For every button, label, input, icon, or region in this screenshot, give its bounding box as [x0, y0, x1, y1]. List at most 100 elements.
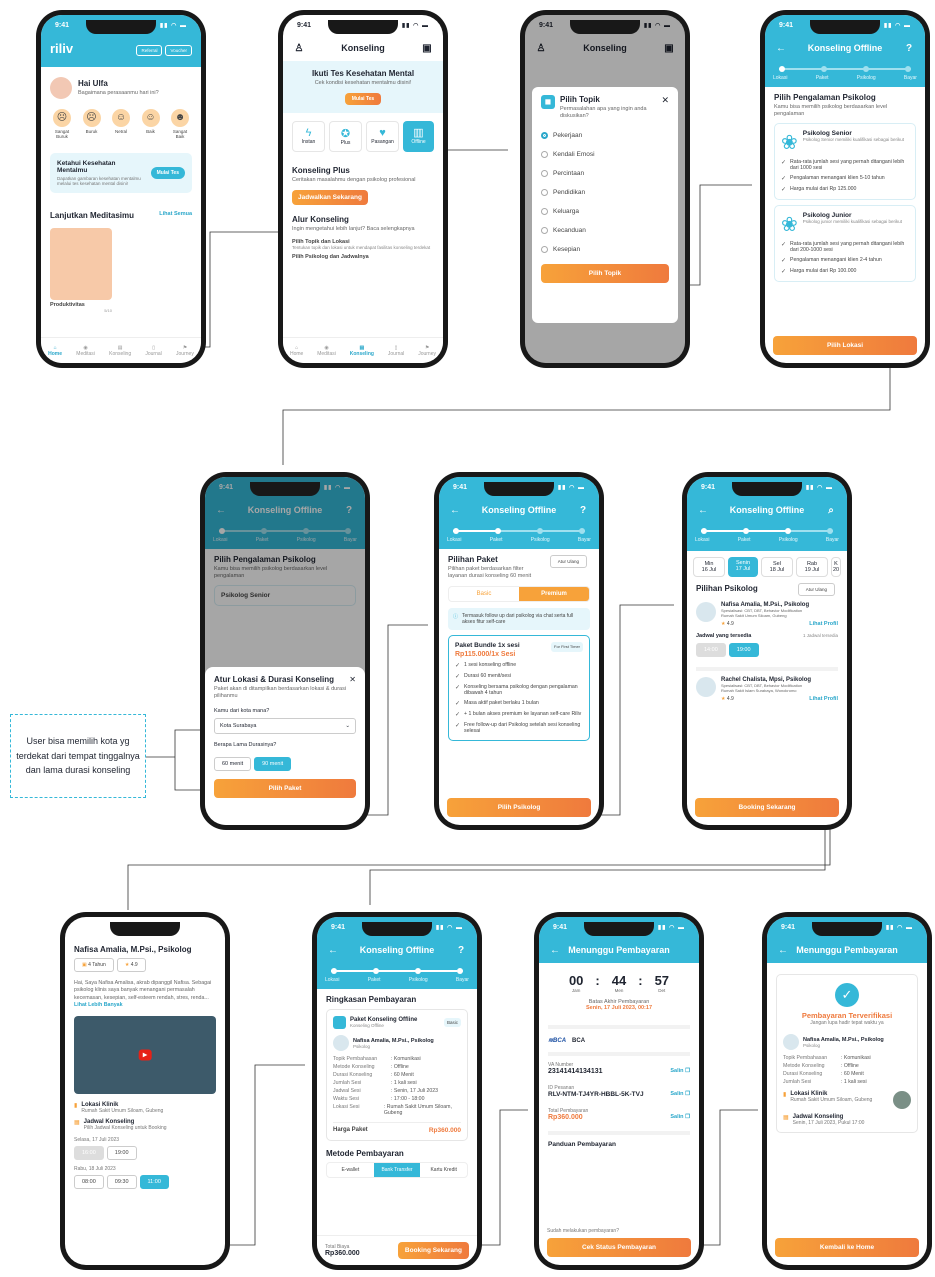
back-home-button[interactable]: Kembali ke Home: [775, 1238, 919, 1257]
start-test-button[interactable]: Mulai Tes: [150, 167, 185, 179]
mood-baik[interactable]: ☺ Baik: [139, 109, 163, 139]
voucher-button[interactable]: Voucher: [165, 45, 192, 56]
mood-netral[interactable]: ☺ Netral: [109, 109, 133, 139]
start-test-button[interactable]: Mulai Tes: [344, 93, 382, 106]
topic-option[interactable]: Kesepian: [541, 240, 669, 259]
back-arrow-icon[interactable]: ←: [777, 945, 789, 956]
tab-basic[interactable]: Basic: [449, 587, 519, 601]
see-all-link[interactable]: Lihat Semua: [159, 211, 192, 222]
tab-journey[interactable]: ⚑ Journey: [418, 345, 436, 357]
referral-button[interactable]: Referral: [136, 45, 163, 56]
view-profile-link[interactable]: Lihat Profil: [809, 696, 838, 702]
date-item[interactable]: K 20: [831, 557, 841, 577]
bundle-card[interactable]: Paket Bundle 1x sesi Rp115.000/1x Sesi For…: [448, 635, 590, 742]
avatar[interactable]: [50, 77, 72, 99]
slot-available[interactable]: 09:30: [106, 1174, 137, 1189]
topic-option[interactable]: Pekerjaan: [541, 126, 669, 145]
help-icon[interactable]: ?: [903, 43, 915, 54]
junior-card[interactable]: ❀ Psikolog Junior Psikolog junior memiliki…: [774, 205, 916, 283]
copy-id-button[interactable]: Salin ❐: [670, 1091, 690, 1098]
slot-available[interactable]: 19:00: [728, 643, 759, 657]
choose-location-button[interactable]: Pilih Lokasi: [773, 336, 917, 355]
star-icon: ★: [124, 962, 130, 968]
help-icon[interactable]: ?: [577, 505, 589, 516]
back-arrow-icon[interactable]: ←: [549, 945, 561, 956]
slot-selected[interactable]: 11:00: [139, 1174, 169, 1189]
schedule-now-button[interactable]: Jadwalkan Sekarang: [292, 190, 368, 206]
mood-sangat-buruk[interactable]: ☹ Sangat Buruk: [50, 109, 74, 139]
mood-sangat-baik[interactable]: ☻ Sangat Baik: [168, 109, 192, 139]
meditation-card-image[interactable]: [50, 228, 112, 300]
tab-ewallet[interactable]: E-wallet: [327, 1163, 374, 1177]
reset-filter-button[interactable]: Atur Ulang: [549, 555, 587, 568]
tab-home[interactable]: ⌂ Home: [48, 345, 62, 357]
senior-card[interactable]: ❀ Psikolog Senior Psikolog Senior memiliki…: [774, 123, 916, 201]
duration-60[interactable]: 60 menit: [214, 757, 252, 772]
choose-topic-button[interactable]: Pilih Topik: [541, 264, 669, 284]
date-item[interactable]: Rab 19 Jul: [796, 557, 828, 577]
type-pasangan[interactable]: ♥ Pasangan: [366, 121, 399, 153]
phone-terverifikasi: 9:41 ▮▮ ◠ ▬ ← Menunggu Pembayaran ✓ Pembay…: [762, 912, 932, 1270]
read-more-link[interactable]: Lihat Lebih Banyak: [74, 1002, 123, 1008]
profile-icon[interactable]: ♙: [293, 43, 305, 54]
payment-guide[interactable]: Panduan Pembayaran: [548, 1131, 690, 1148]
tab-credit-card[interactable]: Kartu Kredit: [420, 1163, 467, 1177]
date-item[interactable]: Sel 18 Jul: [761, 557, 793, 577]
tab-meditasi[interactable]: ◉ Meditasi: [317, 345, 336, 357]
type-plus[interactable]: ✪ Plus: [329, 121, 362, 153]
tab-konseling[interactable]: ▤ Konseling: [109, 345, 131, 357]
city-select[interactable]: Kota Surabaya ⌄: [214, 718, 356, 735]
back-arrow-icon[interactable]: ←: [775, 43, 787, 54]
topic-option[interactable]: Pendidikan: [541, 183, 669, 202]
tab-premium[interactable]: Premium: [519, 587, 589, 602]
duration-90[interactable]: 90 menit: [254, 757, 292, 772]
booking-now-button[interactable]: Booking Sekarang: [695, 798, 839, 817]
play-icon[interactable]: ▶: [138, 1049, 152, 1061]
back-arrow-icon[interactable]: ←: [327, 945, 339, 956]
topic-option[interactable]: Kendali Emosi: [541, 145, 669, 164]
psychologist-card[interactable]: Rachel Chalista, Mpsi, Psikolog Spesialis…: [696, 667, 838, 702]
reset-filter-button[interactable]: Atur Ulang: [797, 583, 835, 596]
help-icon[interactable]: ?: [455, 945, 467, 956]
tab-meditasi[interactable]: ◉ Meditasi: [76, 345, 95, 357]
topic-option[interactable]: Keluarga: [541, 202, 669, 221]
tab-journey[interactable]: ⚑ Journey: [176, 345, 194, 357]
choose-package-button[interactable]: Pilih Paket: [214, 779, 356, 799]
date-item[interactable]: Senin 17 Jul: [728, 557, 758, 577]
slot-available[interactable]: 19:00: [106, 1145, 137, 1160]
close-icon[interactable]: ✕: [349, 675, 356, 686]
tab-bank-transfer[interactable]: Bank Transfer: [373, 1163, 421, 1177]
date-item[interactable]: Min 16 Jul: [693, 557, 725, 577]
close-icon[interactable]: ✕: [661, 95, 669, 106]
booking-now-button[interactable]: Booking Sekarang: [397, 1242, 469, 1259]
type-offline[interactable]: ▥ Offline: [403, 121, 434, 153]
mood-buruk[interactable]: ☹ Buruk: [80, 109, 104, 139]
mood-label: Netral: [114, 129, 127, 134]
psychologist-card[interactable]: Nafisa Amalia, M.Psi., Psikolog Spesialis…: [696, 602, 838, 627]
copy-va-button[interactable]: Salin ❐: [670, 1068, 690, 1075]
phone-pengalaman: 9:41 ▮▮ ◠ ▬ ← Konseling Offline? Lokasi Pak…: [760, 10, 930, 368]
tab-journal[interactable]: ▯ Journal: [145, 345, 161, 357]
search-icon[interactable]: ⌕: [825, 505, 837, 516]
topic-option[interactable]: Kecanduan: [541, 221, 669, 240]
check-status-button[interactable]: Cek Status Pembayaran: [547, 1238, 691, 1257]
tab-journal[interactable]: ▯ Journal: [388, 345, 404, 357]
copy-total-button[interactable]: Salin ❐: [670, 1114, 690, 1121]
back-arrow-icon[interactable]: ←: [697, 505, 709, 516]
waiting-payment-screen: 9:41 ▮▮ ◠ ▬ ← Menunggu Pembayaran 00 Jam: 4…: [539, 917, 699, 1265]
history-icon[interactable]: ▣: [421, 43, 433, 54]
topic-option[interactable]: Percintaan: [541, 164, 669, 183]
type-instan[interactable]: ϟ Instan: [292, 121, 325, 153]
back-arrow-icon[interactable]: ←: [449, 505, 461, 516]
profile-video[interactable]: ▶: [74, 1015, 216, 1094]
location-screen: 9:41 ▮▮ ◠ ▬ ← Konseling Offline? Lokasi Pak…: [205, 477, 365, 825]
lotus-icon: ❀: [781, 214, 798, 237]
phone-pilihan-psikolog: 9:41 ▮▮ ◠ ▬ ← Konseling Offline ⌕ Lokasi Pak…: [682, 472, 852, 830]
tab-home[interactable]: ⌂ Home: [290, 345, 303, 357]
view-profile-link[interactable]: Lihat Profil: [809, 621, 838, 627]
alur-desc[interactable]: Ingin mengetahui lebih lanjut? Baca sele…: [292, 226, 434, 233]
phone-home: 9:41 ▮▮ ◠ ▬ riliv Referral Voucher Hai Ulf…: [36, 10, 206, 368]
slot-available[interactable]: 08:00: [74, 1174, 104, 1189]
choose-psychologist-button[interactable]: Pilih Psikolog: [447, 798, 591, 817]
tab-konseling[interactable]: ▤ Konseling: [350, 345, 374, 357]
